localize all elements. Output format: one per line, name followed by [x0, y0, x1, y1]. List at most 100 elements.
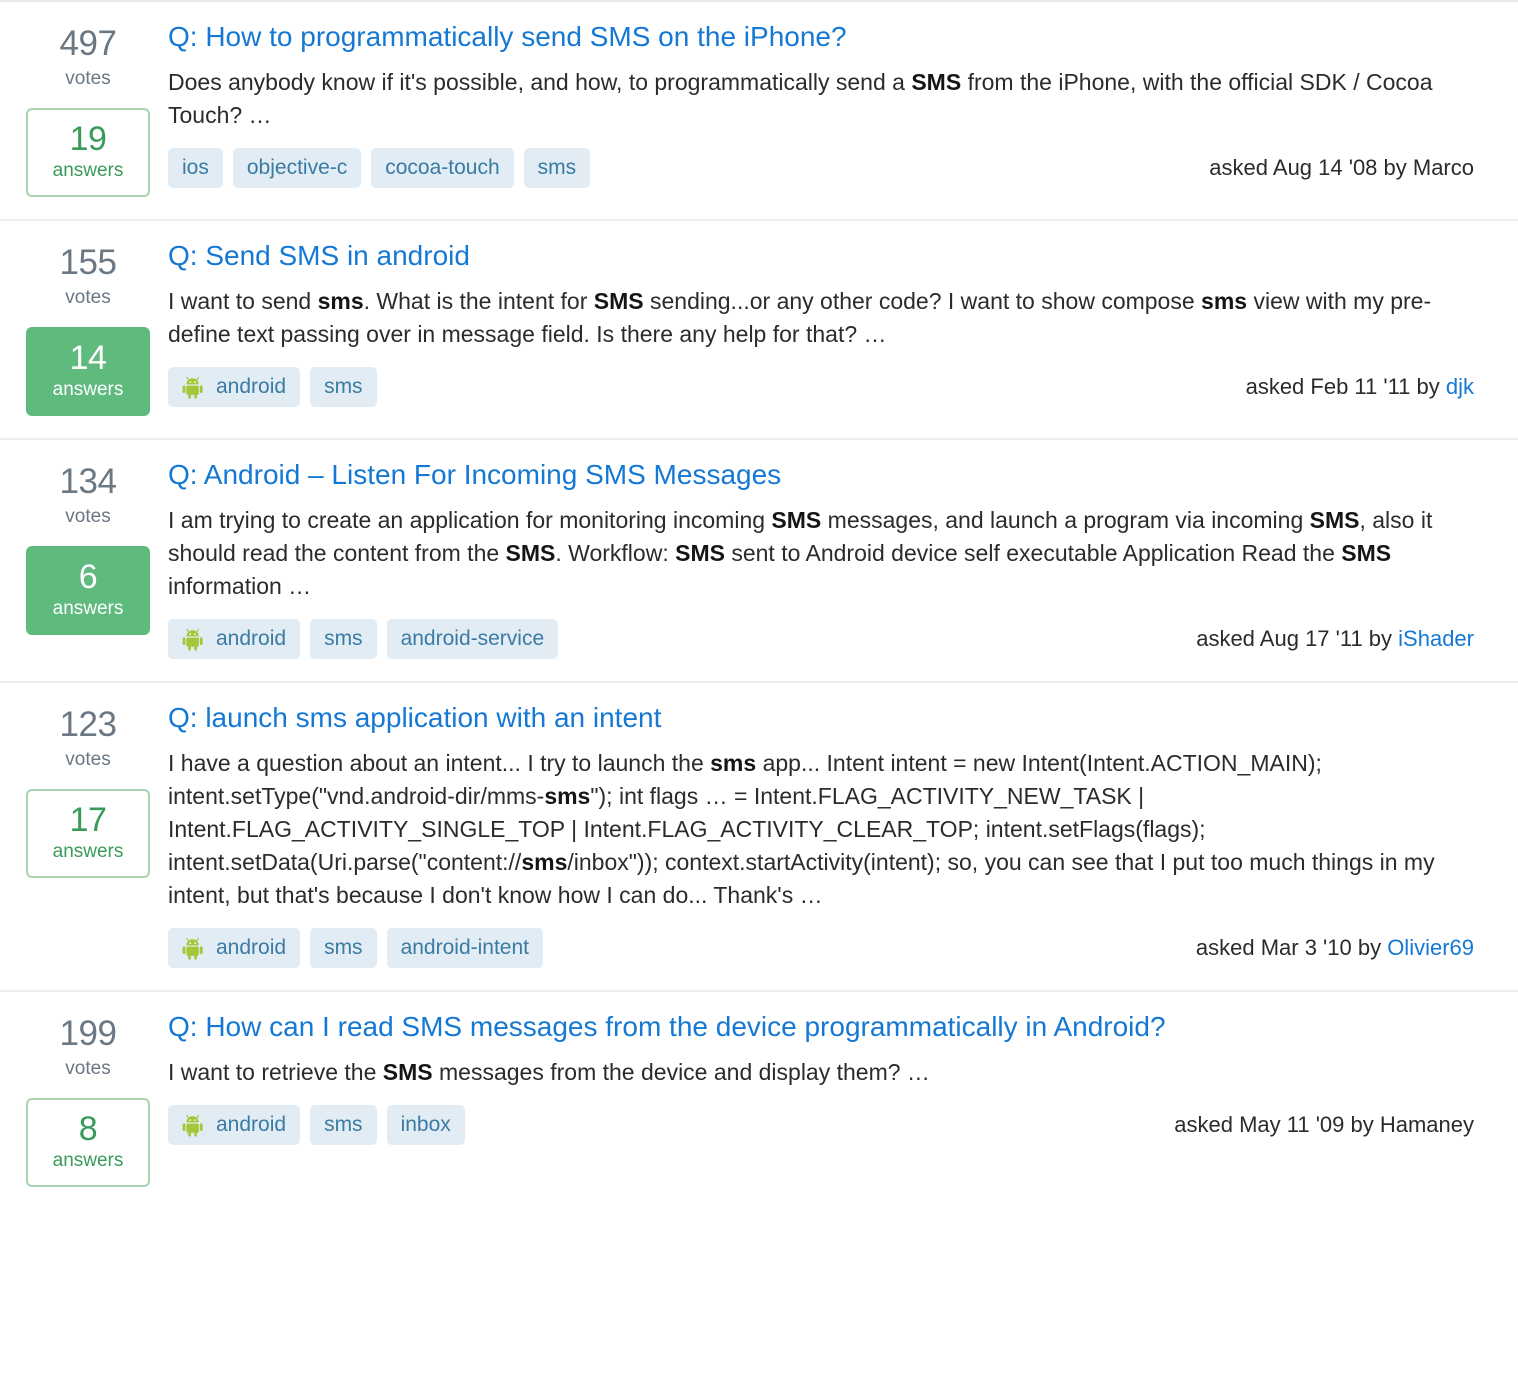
question-title-link[interactable]: Q: How can I read SMS messages from the …	[168, 1010, 1480, 1044]
question-excerpt: I have a question about an intent... I t…	[168, 750, 1435, 908]
answers-label: answers	[52, 160, 124, 181]
android-icon	[182, 1113, 208, 1137]
author-name: Marco	[1412, 155, 1474, 180]
question-title-link[interactable]: Q: How to programmatically send SMS on t…	[168, 20, 1480, 54]
tag-list: ios objective-c cocoa-touch sms	[168, 148, 591, 188]
tag-sms[interactable]: sms	[310, 619, 377, 659]
result-content: Q: launch sms application with an intent…	[154, 701, 1496, 968]
answers-badge: 8 answers	[26, 1098, 150, 1187]
tag-label: android	[216, 1113, 287, 1136]
tag-label: android	[216, 375, 287, 398]
tag-list: android sms inbox	[168, 1105, 465, 1145]
asked-metadata: asked Aug 14 '08 by Marco	[1209, 154, 1480, 182]
tag-list: android sms android-service	[168, 619, 559, 659]
search-results-list: 497 votes 19 answers Q: How to programmatica…	[0, 0, 1518, 1209]
answers-count: 6	[78, 558, 98, 596]
tag-sms[interactable]: sms	[523, 148, 591, 188]
tag-sms[interactable]: sms	[310, 367, 377, 407]
answers-badge: 14 answers	[26, 327, 150, 416]
tag-list: android sms android-intent	[168, 928, 543, 968]
result-meta-row: android sms asked Feb 11 '11 by djk	[168, 367, 1480, 407]
question-title-link[interactable]: Q: Send SMS in android	[168, 239, 1480, 273]
answers-badge: 19 answers	[26, 108, 150, 197]
tag-objective-c[interactable]: objective-c	[232, 148, 362, 188]
votes-count: 199	[59, 1014, 117, 1053]
asked-date: asked Aug 14 '08 by	[1209, 155, 1413, 180]
votes-count: 497	[59, 24, 117, 63]
result-stats: 497 votes 19 answers	[22, 20, 154, 197]
tag-label: sms	[324, 1113, 363, 1136]
votes-label: votes	[65, 68, 111, 89]
tag-label: sms	[537, 156, 577, 179]
tag-label: android-intent	[400, 936, 529, 959]
tag-label: sms	[324, 375, 363, 398]
author-name[interactable]: iShader	[1398, 626, 1474, 651]
tag-label: android	[216, 936, 287, 959]
answers-label: answers	[52, 598, 124, 619]
tag-label: android	[216, 627, 287, 650]
search-result-row: 199 votes 8 answers Q: How can I read SMS me…	[0, 992, 1518, 1209]
tag-sms[interactable]: sms	[310, 1105, 377, 1145]
answers-count: 14	[69, 339, 107, 377]
author-name[interactable]: Olivier69	[1387, 935, 1474, 960]
tag-label: android-service	[400, 627, 545, 650]
votes-label: votes	[65, 749, 111, 770]
asked-date: asked Feb 11 '11 by	[1245, 374, 1446, 399]
asked-metadata: asked Feb 11 '11 by djk	[1246, 373, 1480, 401]
tag-android-intent[interactable]: android-intent	[386, 928, 543, 968]
answers-label: answers	[52, 379, 124, 400]
result-meta-row: ios objective-c cocoa-touch sms asked Aug 14…	[168, 148, 1480, 188]
search-result-row: 123 votes 17 answers Q: launch sms applicati…	[0, 683, 1518, 992]
question-excerpt: I want to retrieve the SMS messages from…	[168, 1059, 930, 1085]
result-content: Q: Android – Listen For Incoming SMS Mes…	[154, 458, 1496, 659]
tag-list: android sms	[168, 367, 377, 407]
tag-android[interactable]: android	[168, 928, 301, 968]
votes-count: 155	[59, 243, 117, 282]
asked-metadata: asked Aug 17 '11 by iShader	[1196, 625, 1480, 653]
answers-count: 8	[78, 1110, 98, 1148]
search-result-row: 497 votes 19 answers Q: How to programmatica…	[0, 2, 1518, 221]
answers-label: answers	[52, 1150, 124, 1171]
question-title-link[interactable]: Q: Android – Listen For Incoming SMS Mes…	[168, 458, 1480, 492]
author-name: Hamaney	[1379, 1112, 1474, 1137]
asked-metadata: asked May 11 '09 by Hamaney	[1174, 1111, 1480, 1139]
tag-ios[interactable]: ios	[168, 148, 223, 188]
question-title-link[interactable]: Q: launch sms application with an intent	[168, 701, 1480, 735]
tag-label: sms	[324, 627, 363, 650]
tag-android[interactable]: android	[168, 619, 301, 659]
tag-label: ios	[182, 156, 209, 179]
answers-badge: 6 answers	[26, 546, 150, 635]
votes-label: votes	[65, 287, 111, 308]
asked-date: asked May 11 '09 by	[1174, 1112, 1380, 1137]
android-icon	[182, 936, 208, 960]
answers-label: answers	[52, 841, 124, 862]
result-meta-row: android sms inbox asked May 11 '09 by Haman…	[168, 1105, 1480, 1145]
question-excerpt: I am trying to create an application for…	[168, 507, 1433, 599]
tag-cocoa-touch[interactable]: cocoa-touch	[371, 148, 514, 188]
result-meta-row: android sms android-service asked Aug 17 '1…	[168, 619, 1480, 659]
tag-inbox[interactable]: inbox	[386, 1105, 465, 1145]
result-content: Q: How can I read SMS messages from the …	[154, 1010, 1496, 1145]
answers-badge: 17 answers	[26, 789, 150, 878]
tag-android[interactable]: android	[168, 367, 301, 407]
search-result-row: 134 votes 6 answers Q: Android – Listen For …	[0, 440, 1518, 683]
result-content: Q: How to programmatically send SMS on t…	[154, 20, 1496, 188]
asked-date: asked Mar 3 '10 by	[1195, 935, 1388, 960]
android-icon	[182, 627, 208, 651]
tag-sms[interactable]: sms	[310, 928, 377, 968]
android-icon	[182, 375, 208, 399]
question-excerpt: Does anybody know if it's possible, and …	[168, 69, 1433, 128]
votes-label: votes	[65, 506, 111, 527]
tag-label: cocoa-touch	[385, 156, 500, 179]
tag-android[interactable]: android	[168, 1105, 301, 1145]
result-stats: 134 votes 6 answers	[22, 458, 154, 635]
author-name[interactable]: djk	[1446, 374, 1474, 399]
votes-label: votes	[65, 1058, 111, 1079]
result-meta-row: android sms android-intent asked Mar 3 '10 …	[168, 928, 1480, 968]
result-content: Q: Send SMS in android I want to send sms…	[154, 239, 1496, 407]
tag-android-service[interactable]: android-service	[386, 619, 559, 659]
tag-label: sms	[324, 936, 363, 959]
result-stats: 199 votes 8 answers	[22, 1010, 154, 1187]
result-stats: 155 votes 14 answers	[22, 239, 154, 416]
search-result-row: 155 votes 14 answers Q: Send SMS in android I…	[0, 221, 1518, 440]
